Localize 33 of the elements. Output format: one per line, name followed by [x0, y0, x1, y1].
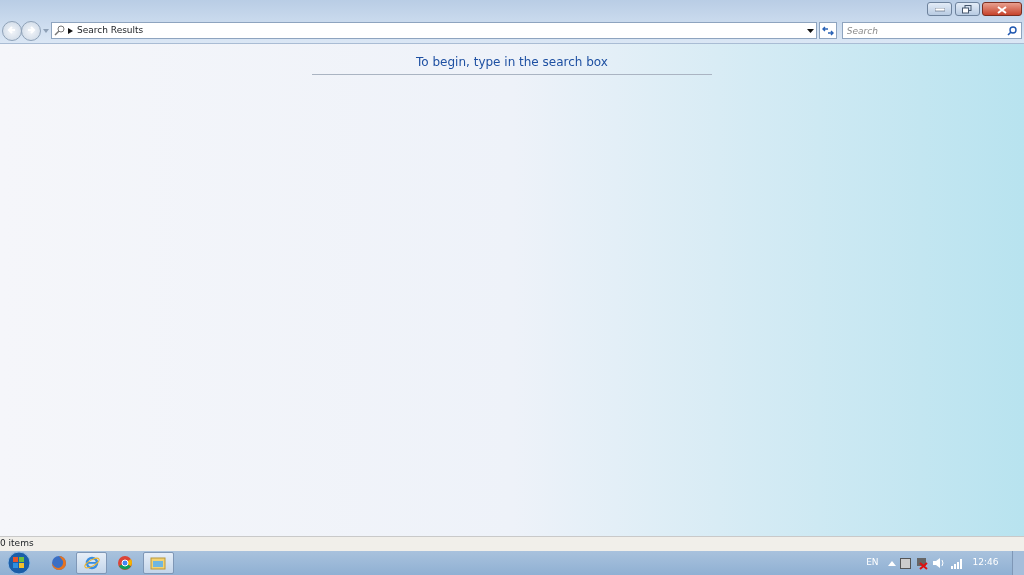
forward-arrow-icon	[25, 25, 36, 36]
breadcrumb-arrow-icon[interactable]	[67, 27, 73, 34]
speaker-icon[interactable]	[932, 557, 947, 569]
folder-icon	[150, 555, 167, 571]
taskbar-button[interactable]	[76, 552, 108, 574]
search-icon	[1006, 26, 1017, 36]
item-count: 0 items	[0, 537, 34, 551]
firefox-icon	[50, 555, 67, 571]
restore-button[interactable]	[954, 2, 980, 16]
search-icon	[54, 25, 66, 36]
close-button[interactable]	[981, 2, 1022, 16]
tray-window-icon[interactable]	[900, 557, 912, 569]
refresh-button[interactable]	[819, 22, 838, 39]
show-hidden-icons-arrow[interactable]	[887, 560, 896, 566]
chrome-icon	[117, 555, 133, 571]
restore-icon	[962, 5, 972, 14]
show-desktop-button[interactable]	[1012, 551, 1024, 575]
back-arrow-icon	[7, 25, 18, 36]
search-hint-text: To begin, type in the search box	[312, 53, 712, 75]
network-error-icon[interactable]	[915, 556, 928, 570]
minimize-button[interactable]	[927, 2, 953, 16]
internet-explorer-icon	[83, 555, 100, 571]
address-bar[interactable]: Search Results	[51, 22, 817, 39]
forward-button[interactable]	[20, 20, 41, 41]
close-icon	[996, 5, 1007, 14]
minimize-icon	[934, 7, 945, 12]
refresh-arrows-icon	[822, 25, 835, 36]
signal-bars-icon[interactable]	[950, 557, 964, 569]
breadcrumb-item[interactable]: Search Results	[77, 23, 144, 38]
search-field[interactable]: Search	[842, 23, 1021, 38]
taskbar-button[interactable]	[142, 552, 174, 574]
back-button[interactable]	[2, 20, 23, 41]
dropdown-caret-icon[interactable]	[806, 28, 814, 33]
